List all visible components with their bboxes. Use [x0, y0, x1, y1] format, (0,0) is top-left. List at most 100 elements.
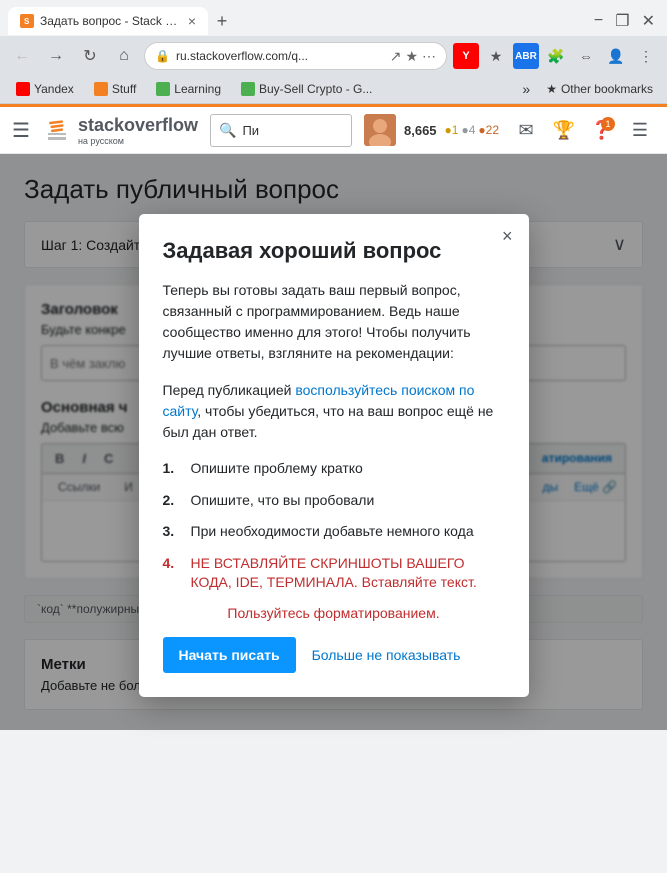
bookmark-extension[interactable]: ★ — [483, 43, 509, 69]
so-header: ☰ stackoverflow на русском 🔍 — [0, 104, 667, 154]
list-text-2: Опишите, что вы пробовали — [191, 491, 375, 511]
bookmark-yandex-label: Yandex — [34, 82, 74, 96]
bookmark-learning[interactable]: Learning — [148, 80, 229, 98]
crypto-icon — [241, 82, 255, 96]
notification-badge: 1 — [601, 117, 615, 131]
gold-badge: ●1 — [445, 123, 459, 137]
list-item-4: 4. НЕ ВСТАВЛЯЙТЕ СКРИНШОТЫ ВАШЕГО КОДА, … — [163, 554, 505, 593]
list-item-1: 1. Опишите проблему кратко — [163, 459, 505, 479]
new-tab-button[interactable]: + — [208, 7, 236, 35]
so-logo-text: stackoverflow на русском — [78, 115, 198, 146]
list-num-2: 2. — [163, 491, 183, 511]
modal-footer: Начать писать Больше не показывать — [163, 637, 505, 673]
bronze-badge: ●22 — [478, 123, 499, 137]
address-bar[interactable]: 🔒 ru.stackoverflow.com/q... ↗ ★ ⋯ — [144, 42, 447, 70]
modal-list: 1. Опишите проблему кратко 2. Опишите, ч… — [163, 459, 505, 593]
browser-tabs: S Задать вопрос - Stack Overflow × + — [8, 7, 590, 35]
bookmark-learning-label: Learning — [174, 82, 221, 96]
user-avatar[interactable] — [364, 114, 396, 146]
search-input[interactable] — [242, 123, 343, 138]
silver-badge: ●4 — [461, 123, 475, 137]
so-logo-main: stackoverflow — [78, 115, 198, 136]
bookmark-stuff[interactable]: Stuff — [86, 80, 144, 98]
list-text-1: Опишите проблему кратко — [191, 459, 363, 479]
back-button[interactable]: ← — [8, 42, 36, 70]
bookmarks-overflow: » ★ Other bookmarks — [516, 79, 659, 99]
user-reputation: 8,665 — [404, 123, 437, 138]
bookmark-crypto[interactable]: Buy-Sell Crypto - G... — [233, 80, 380, 98]
list-item-2: 2. Опишите, что вы пробовали — [163, 491, 505, 511]
list-num-4: 4. — [163, 554, 183, 574]
lock-icon: 🔒 — [155, 49, 170, 63]
bookmark-yandex[interactable]: Yandex — [8, 80, 82, 98]
list-text-3: При необходимости добавьте немного кода — [191, 522, 474, 542]
site-menu-icon[interactable]: ☰ — [625, 115, 655, 145]
modal-formatting-warning: Пользуйтесь форматированием. — [163, 605, 505, 621]
yandex-icon — [16, 82, 30, 96]
list-text-4: НЕ ВСТАВЛЯЙТЕ СКРИНШОТЫ ВАШЕГО КОДА, IDE… — [191, 554, 505, 593]
yandex-extension[interactable]: Y — [453, 43, 479, 69]
modal-intro: Теперь вы готовы задать ваш первый вопро… — [163, 280, 505, 364]
so-user-area: 8,665 ●1 ●4 ●22 — [364, 114, 499, 146]
dismiss-button[interactable]: Больше не показывать — [312, 647, 461, 663]
start-writing-button[interactable]: Начать писать — [163, 637, 296, 673]
home-button[interactable]: ⌂ — [110, 42, 138, 70]
menu-button[interactable]: ⋮ — [633, 43, 659, 69]
active-tab[interactable]: S Задать вопрос - Stack Overflow × — [8, 7, 208, 35]
modal-intro-text: Теперь вы готовы задать ваш первый вопро… — [163, 282, 471, 361]
modal-before-link: Перед публикацией — [163, 382, 296, 398]
sync-extension[interactable]: ⇔ — [573, 43, 599, 69]
browser-titlebar: S Задать вопрос - Stack Overflow × + − ❐… — [0, 0, 667, 36]
user-badges: ●1 ●4 ●22 — [445, 123, 499, 137]
extensions-icon[interactable]: ⋯ — [422, 48, 436, 65]
modal-link-paragraph: Перед публикацией воспользуйтесь поиском… — [163, 380, 505, 443]
puzzle-extension[interactable]: 🧩 — [543, 43, 569, 69]
so-search-bar[interactable]: 🔍 — [210, 114, 352, 147]
so-nav-icons: ✉ 🏆 ❓ 1 ☰ — [511, 115, 655, 145]
so-logo-icon — [42, 115, 72, 145]
help-icon[interactable]: ❓ 1 — [587, 115, 617, 145]
list-num-3: 3. — [163, 522, 183, 542]
svg-text:S: S — [24, 17, 30, 26]
bookmark-icon[interactable]: ★ — [405, 48, 418, 65]
browser-toolbar-right: Y ★ ABR 🧩 ⇔ 👤 ⋮ — [453, 43, 659, 69]
tab-title: Задать вопрос - Stack Overflow — [40, 14, 182, 28]
close-window-button[interactable]: ✕ — [638, 11, 659, 31]
modal-close-button[interactable]: × — [502, 226, 513, 247]
so-logo[interactable]: stackoverflow на русском — [42, 115, 198, 146]
address-bar-icons: ↗ ★ ⋯ — [390, 48, 436, 65]
search-icon: 🔍 — [219, 122, 236, 139]
bookmark-crypto-label: Buy-Sell Crypto - G... — [259, 82, 372, 96]
tab-close-button[interactable]: × — [188, 13, 196, 29]
so-logo-sub: на русском — [78, 136, 198, 146]
hamburger-menu[interactable]: ☰ — [12, 118, 30, 143]
bookmarks-bar: Yandex Stuff Learning Buy-Sell Crypto - … — [0, 76, 667, 104]
achievements-icon[interactable]: 🏆 — [549, 115, 579, 145]
browser-toolbar: ← → ↻ ⌂ 🔒 ru.stackoverflow.com/q... ↗ ★ … — [0, 36, 667, 76]
stuff-icon — [94, 82, 108, 96]
modal-overlay: × Задавая хороший вопрос Теперь вы готов… — [0, 154, 667, 730]
other-bookmarks-item[interactable]: ★ Other bookmarks — [540, 80, 659, 98]
overflow-button[interactable]: » — [516, 79, 536, 99]
reload-button[interactable]: ↻ — [76, 42, 104, 70]
list-num-1: 1. — [163, 459, 183, 479]
browser-chrome: S Задать вопрос - Stack Overflow × + − ❐… — [0, 0, 667, 104]
learning-icon — [156, 82, 170, 96]
inbox-icon[interactable]: ✉ — [511, 115, 541, 145]
page-content: Задать публичный вопрос Шаг 1: Создайте … — [0, 154, 667, 730]
maximize-button[interactable]: ❐ — [611, 11, 633, 31]
other-bookmarks-label: Other bookmarks — [561, 82, 653, 96]
share-icon[interactable]: ↗ — [390, 48, 402, 65]
good-question-modal: × Задавая хороший вопрос Теперь вы готов… — [139, 214, 529, 697]
list-item-3: 3. При необходимости добавьте немного ко… — [163, 522, 505, 542]
star-bookmark-icon: ★ — [546, 82, 557, 96]
tab-favicon: S — [20, 14, 34, 28]
user-extension[interactable]: 👤 — [603, 43, 629, 69]
url-text: ru.stackoverflow.com/q... — [176, 49, 384, 63]
forward-button[interactable]: → — [42, 42, 70, 70]
abr-extension[interactable]: ABR — [513, 43, 539, 69]
modal-after-link: , чтобы убедиться, что на ваш вопрос ещё… — [163, 403, 494, 440]
window-controls: − ❐ ✕ — [590, 11, 659, 31]
minimize-button[interactable]: − — [590, 12, 607, 30]
modal-title: Задавая хороший вопрос — [163, 238, 505, 264]
